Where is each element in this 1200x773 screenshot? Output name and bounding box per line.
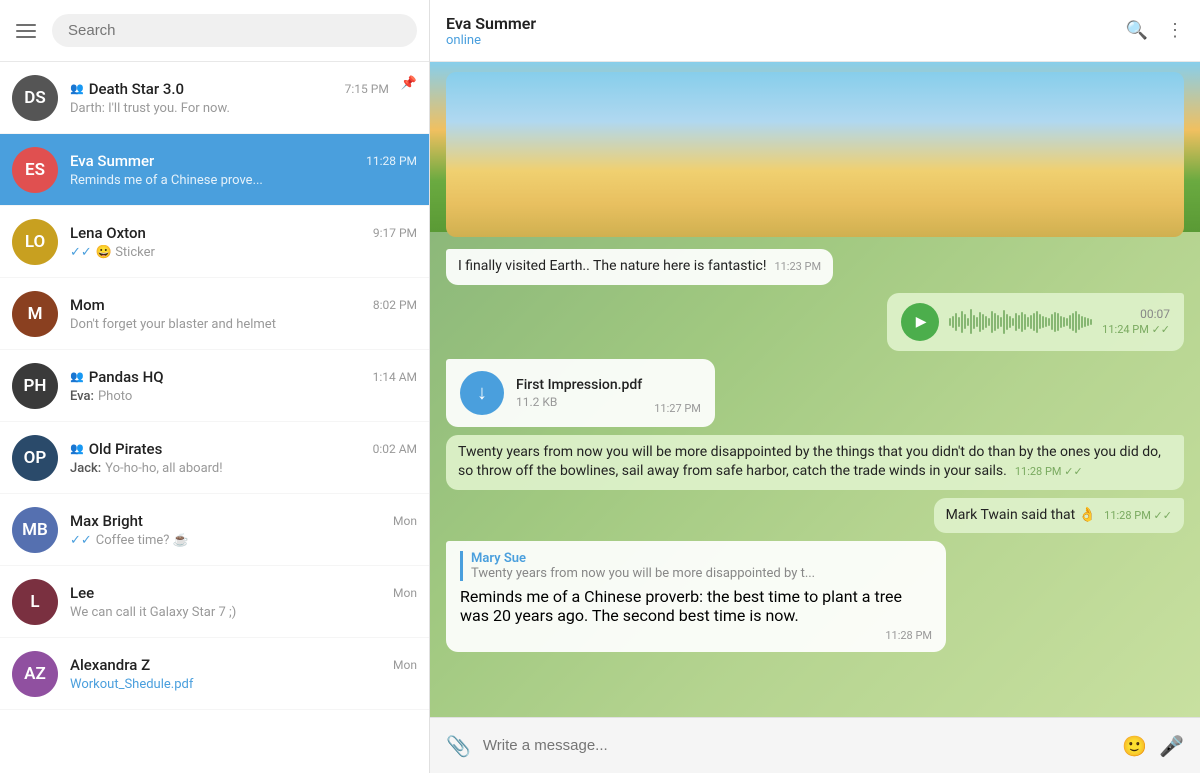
chat-name-death-star: 👥Death Star 3.0 [70,80,184,98]
double-check-icon: ✓✓ [70,533,92,548]
chat-name-lee: Lee [70,584,94,602]
chat-preview-alexandra-z: Workout_Shedule.pdf [70,677,417,692]
avatar-lena-oxton: LO [12,219,58,265]
search-icon[interactable]: 🔍 [1126,20,1148,41]
waveform [949,308,1092,336]
download-button[interactable] [460,371,504,415]
chat-time-eva-summer: 11:28 PM [366,154,417,168]
chat-preview-old-pirates: Jack: Yo-ho-ho, all aboard! [70,461,417,476]
chat-time-mom: 8:02 PM [373,298,417,312]
avatar-alexandra-z: AZ [12,651,58,697]
chat-name-lena-oxton: Lena Oxton [70,224,146,242]
chat-preview-max-bright: ✓✓ Coffee time? ☕ [70,533,417,548]
chat-item-old-pirates[interactable]: OP 👥Old Pirates 0:02 AM Jack: Yo-ho-ho, all… [0,422,429,494]
chat-item-death-star[interactable]: DS 👥Death Star 3.0 7:15 PM Darth: I'll trus… [0,62,429,134]
bubble-msg4: Twenty years from now you will be more d… [446,435,1184,490]
chat-item-alexandra-z[interactable]: AZ Alexandra Z Mon Workout_Shedule.pdf [0,638,429,710]
chat-name-pandas-hq: 👥Pandas HQ [70,368,164,386]
avatar-old-pirates: OP [12,435,58,481]
avatar-max-bright: MB [12,507,58,553]
mic-icon[interactable]: 🎤 [1159,734,1184,758]
play-button[interactable] [901,303,939,341]
chat-name-eva-summer: Eva Summer [70,152,154,170]
chat-item-max-bright[interactable]: MB Max Bright Mon ✓✓ Coffee time? ☕ [0,494,429,566]
message-row-msg5: Mark Twain said that 👌11:28 PM ✓✓ [446,498,1184,534]
chat-time-lena-oxton: 9:17 PM [373,226,417,240]
chat-time-death-star: 7:15 PM [345,82,389,96]
message-row-msg1: I finally visited Earth.. The nature her… [446,249,1184,285]
voice-bubble-msg2: 00:0711:24 PM ✓✓ [887,293,1184,351]
chat-item-eva-summer[interactable]: ES Eva Summer 11:28 PM Reminds me of a Chin… [0,134,429,206]
chat-time-max-bright: Mon [393,514,417,528]
group-icon: 👥 [70,442,84,455]
chat-name-max-bright: Max Bright [70,512,143,530]
file-bubble-msg3: First Impression.pdf11.2 KB11:27 PM [446,359,715,427]
pin-icon: 📌 [401,76,417,91]
chat-item-lena-oxton[interactable]: LO Lena Oxton 9:17 PM ✓✓ 😀 Sticker [0,206,429,278]
bubble-msg5: Mark Twain said that 👌11:28 PM ✓✓ [934,498,1184,534]
chat-preview-death-star: Darth: I'll trust you. For now. [70,101,389,116]
group-icon: 👥 [70,82,84,95]
chat-name-mom: Mom [70,296,105,314]
message-row-msg3: First Impression.pdf11.2 KB11:27 PM [446,359,1184,427]
reply-bubble-msg6: Mary SueTwenty years from now you will b… [446,541,946,652]
left-header [0,0,429,62]
input-area: 📎 🙂 🎤 [430,717,1200,773]
avatar-pandas-hq: PH [12,363,58,409]
chat-name-alexandra-z: Alexandra Z [70,656,150,674]
chat-preview-lee: We can call it Galaxy Star 7 ;) [70,605,417,620]
avatar-lee: L [12,579,58,625]
contact-info: Eva Summer online [446,14,1126,48]
messages-area: I finally visited Earth.. The nature her… [430,62,1200,717]
avatar-eva-summer: ES [12,147,58,193]
chat-time-lee: Mon [393,586,417,600]
chat-time-alexandra-z: Mon [393,658,417,672]
chat-item-mom[interactable]: M Mom 8:02 PM Don't forget your blaster and… [0,278,429,350]
group-icon: 👥 [70,370,84,383]
more-options-icon[interactable]: ⋮ [1166,20,1184,41]
chat-preview-pandas-hq: Eva: Photo [70,389,417,404]
chat-name-old-pirates: 👥Old Pirates [70,440,162,458]
header-icons: 🔍 ⋮ [1126,20,1184,41]
contact-status: online [446,33,1126,48]
image-message [446,72,1184,237]
left-panel: DS 👥Death Star 3.0 7:15 PM Darth: I'll trus… [0,0,430,773]
message-row-msg6: Mary SueTwenty years from now you will b… [446,541,1184,652]
contact-name: Eva Summer [446,14,1126,33]
search-input[interactable] [52,14,417,47]
menu-icon[interactable] [12,20,40,42]
chat-preview-eva-summer: Reminds me of a Chinese prove... [70,173,417,188]
attach-icon[interactable]: 📎 [446,734,471,758]
right-panel: Eva Summer online 🔍 ⋮ I finally visited … [430,0,1200,773]
chat-preview-mom: Don't forget your blaster and helmet [70,317,417,332]
chat-time-pandas-hq: 1:14 AM [373,370,417,384]
bubble-msg1: I finally visited Earth.. The nature her… [446,249,833,285]
avatar-mom: M [12,291,58,337]
chat-list: DS 👥Death Star 3.0 7:15 PM Darth: I'll trus… [0,62,429,773]
message-input[interactable] [483,737,1110,754]
message-row-msg2: 00:0711:24 PM ✓✓ [446,293,1184,351]
messages-content: I finally visited Earth.. The nature her… [446,72,1184,652]
right-header: Eva Summer online 🔍 ⋮ [430,0,1200,62]
message-row-msg4: Twenty years from now you will be more d… [446,435,1184,490]
chat-item-lee[interactable]: L Lee Mon We can call it Galaxy Star 7 ;) [0,566,429,638]
emoji-icon[interactable]: 🙂 [1122,734,1147,758]
avatar-death-star: DS [12,75,58,121]
chat-preview-lena-oxton: ✓✓ 😀 Sticker [70,245,417,260]
chat-time-old-pirates: 0:02 AM [373,442,417,456]
double-check-icon: ✓✓ [70,245,92,260]
chat-item-pandas-hq[interactable]: PH 👥Pandas HQ 1:14 AM Eva: Photo [0,350,429,422]
